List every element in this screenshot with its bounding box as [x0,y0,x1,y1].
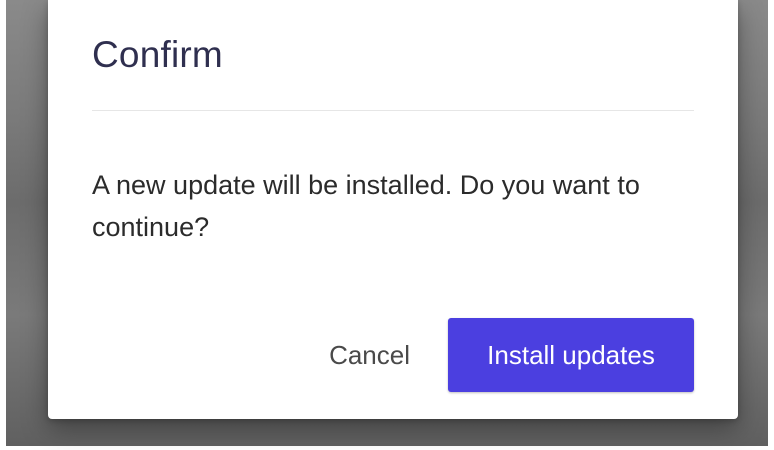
dialog-title: Confirm [92,34,223,75]
page-background-edge [0,446,774,450]
install-updates-button[interactable]: Install updates [448,318,694,392]
cancel-button[interactable]: Cancel [294,318,424,392]
title-divider [92,110,694,111]
confirm-dialog: Confirm A new update will be installed. … [48,0,738,419]
dialog-message: A new update will be installed. Do you w… [92,170,640,242]
